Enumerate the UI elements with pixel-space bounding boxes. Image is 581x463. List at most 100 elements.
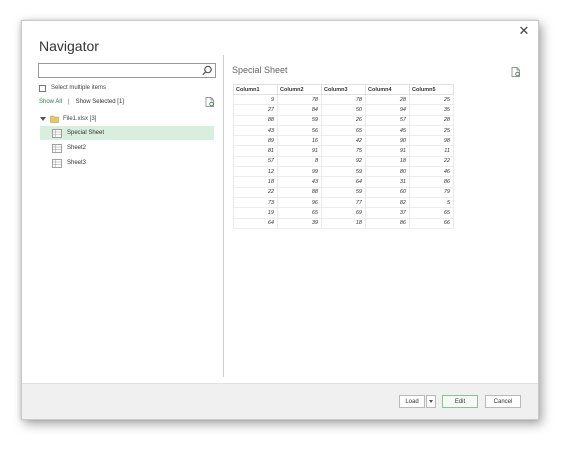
table-cell: 9 [233, 93, 278, 106]
table-cell: 56 [277, 124, 322, 137]
table-cell: 16 [277, 135, 322, 147]
cancel-button[interactable]: Cancel [485, 395, 521, 408]
table-cell: 25 [409, 124, 454, 137]
select-multiple-label: Select multiple items [51, 85, 107, 91]
table-cell: 28 [409, 114, 454, 126]
table-cell: 60 [365, 186, 410, 198]
table-cell: 45 [365, 124, 410, 137]
table-cell: 25 [409, 93, 454, 106]
sheet-icon [52, 158, 62, 168]
table-cell: 5 [409, 196, 454, 209]
folder-icon [50, 115, 59, 123]
table-cell: 57 [233, 155, 278, 168]
show-selected-link[interactable]: Show Selected [1] [76, 99, 124, 105]
panel-divider[interactable] [223, 55, 224, 377]
table-row: 22 88 59 60 79 [233, 186, 454, 198]
table-cell: 94 [365, 104, 410, 116]
table-cell: 8 [277, 155, 322, 168]
search-icon[interactable] [201, 64, 213, 77]
table-cell: 84 [277, 104, 322, 116]
table-cell: 96 [277, 196, 322, 209]
table-row: 12 99 59 80 46 [233, 166, 454, 178]
column-header[interactable]: Column4 [365, 84, 410, 95]
table-cell: 18 [233, 176, 278, 188]
close-button[interactable]: ✕ [516, 23, 532, 39]
table-cell: 39 [277, 217, 322, 229]
column-header[interactable]: Column2 [277, 84, 322, 95]
navigator-tree: File1.xlsx [3] Special Sheet Sheet2 Shee… [40, 113, 214, 170]
sheet-icon [52, 143, 62, 153]
select-multiple-row[interactable]: Select multiple items [39, 82, 106, 94]
edit-button[interactable]: Edit [442, 395, 478, 408]
tree-item-label: Special Sheet [67, 130, 105, 136]
table-cell: 65 [277, 207, 322, 219]
table-cell: 73 [233, 196, 278, 209]
table-cell: 59 [321, 186, 366, 198]
table-cell: 43 [277, 176, 322, 188]
select-multiple-checkbox[interactable] [39, 84, 46, 92]
table-cell: 11 [409, 145, 454, 157]
table-cell: 66 [409, 217, 454, 229]
tree-root-file[interactable]: File1.xlsx [3] [40, 113, 214, 125]
tree-item-sheet2[interactable]: Sheet2 [40, 141, 214, 155]
table-cell: 78 [321, 93, 366, 106]
table-row: 19 65 69 37 65 [233, 207, 454, 219]
table-cell: 12 [233, 166, 278, 178]
tree-item-label: Sheet2 [67, 145, 87, 151]
preview-table: Column1 Column2 Column3 Column4 Column5 9 78 7… [233, 84, 454, 229]
table-cell: 75 [321, 145, 366, 157]
table-cell: 65 [409, 207, 454, 219]
table-cell: 64 [321, 176, 366, 188]
table-cell: 59 [321, 166, 366, 178]
show-separator: | [68, 99, 70, 105]
refresh-icon[interactable] [205, 97, 215, 107]
table-cell: 69 [321, 207, 366, 219]
table-cell: 18 [365, 155, 410, 168]
preview-title: Special Sheet [232, 65, 288, 75]
preview-refresh-icon[interactable] [511, 67, 521, 77]
navigator-dialog: ✕ Navigator Select multiple items Show A… [21, 20, 539, 420]
table-cell: 35 [409, 104, 454, 116]
table-cell: 50 [321, 104, 366, 116]
sheet-icon [52, 128, 62, 138]
table-row: 57 8 92 18 22 [233, 155, 454, 168]
table-cell: 31 [365, 176, 410, 188]
column-header[interactable]: Column3 [321, 84, 366, 95]
show-all-link[interactable]: Show All [39, 99, 62, 105]
column-header[interactable]: Column1 [233, 84, 278, 95]
search-input[interactable] [38, 63, 216, 78]
column-header[interactable]: Column5 [409, 84, 454, 95]
table-cell: 98 [409, 135, 454, 147]
table-cell: 43 [233, 124, 278, 137]
table-cell: 18 [321, 217, 366, 229]
load-button[interactable]: Load [399, 395, 425, 408]
table-cell: 37 [365, 207, 410, 219]
load-dropdown-button[interactable] [426, 395, 436, 408]
table-row: 64 39 18 86 66 [233, 217, 454, 229]
table-row: 18 43 64 31 86 [233, 176, 454, 188]
table-cell: 59 [277, 114, 322, 126]
table-cell: 19 [233, 207, 278, 219]
table-cell: 26 [321, 114, 366, 126]
table-cell: 92 [321, 155, 366, 168]
table-row: 88 59 26 57 28 [233, 114, 454, 126]
table-cell: 86 [409, 176, 454, 188]
table-cell: 80 [365, 166, 410, 178]
collapse-arrow-icon[interactable] [40, 117, 46, 121]
table-cell: 22 [409, 155, 454, 168]
table-cell: 27 [233, 104, 278, 116]
dialog-footer: Load Edit Cancel [22, 383, 538, 419]
tree-item-sheet3[interactable]: Sheet3 [40, 156, 214, 170]
table-cell: 57 [365, 114, 410, 126]
table-row: 81 91 75 91 11 [233, 145, 454, 157]
tree-item-special-sheet[interactable]: Special Sheet [40, 126, 214, 140]
load-button-group: Load [399, 395, 436, 408]
table-cell: 78 [277, 93, 322, 106]
table-cell: 64 [233, 217, 278, 229]
table-cell: 77 [321, 196, 366, 209]
table-cell: 89 [233, 135, 278, 147]
table-header-row: Column1 Column2 Column3 Column4 Column5 [233, 84, 454, 95]
table-row: 89 16 42 90 98 [233, 135, 454, 147]
table-cell: 81 [233, 145, 278, 157]
table-cell: 91 [365, 145, 410, 157]
